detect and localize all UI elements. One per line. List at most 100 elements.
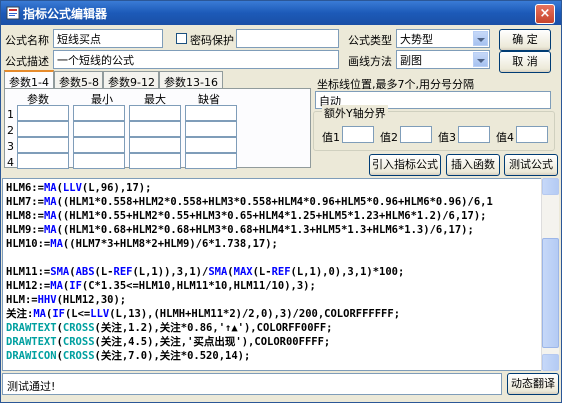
- formula-desc-input[interactable]: 一个短线的公式: [53, 50, 339, 69]
- code-line: HLM6:=MA(LLV(L,96),17);: [6, 181, 151, 195]
- param-name-input[interactable]: [17, 153, 69, 169]
- code-token: DRAWTEXT: [6, 336, 57, 348]
- code-token: LLV: [90, 308, 110, 320]
- formula-type-select[interactable]: 大势型: [396, 29, 490, 48]
- scroll-thumb[interactable]: [542, 238, 559, 348]
- code-token: IF: [69, 280, 82, 292]
- code-token: DRAWICON: [6, 350, 57, 362]
- code-token: (L,13),(HLMH+HLM11*2)/2,0),3)/200,COLORF…: [109, 308, 401, 320]
- translate-button[interactable]: 动态翻译: [507, 373, 559, 395]
- chevron-down-icon[interactable]: [473, 52, 488, 67]
- axis-value-4-input[interactable]: [516, 126, 548, 143]
- code-token: MA: [33, 308, 46, 320]
- param-max-input[interactable]: [129, 105, 181, 121]
- code-token: REF: [271, 266, 291, 278]
- close-button[interactable]: ×: [535, 4, 555, 24]
- axis-value-3-input[interactable]: [458, 126, 490, 143]
- code-line: HLM9:=MA((HLM1*0.68+HLM2*0.68+HLM3*0.68+…: [6, 223, 474, 237]
- draw-method-select[interactable]: 副图: [396, 50, 490, 69]
- param-max-input[interactable]: [129, 137, 181, 153]
- status-bar: 测试通过!: [2, 373, 502, 395]
- code-token: REF: [113, 266, 133, 278]
- code-token: ((HLM7*3+HLM8*2+HLM9)/6*1.738,17);: [62, 238, 278, 250]
- import-formula-button[interactable]: 引入指标公式: [369, 154, 441, 176]
- code-token: HLM11:=: [6, 266, 51, 278]
- formula-editor-window: 指标公式编辑器 × 公式名称 短线买点 密码保护 公式类型 大势型 确 定 公式…: [0, 0, 562, 403]
- code-token: HLM8:=: [6, 210, 44, 222]
- code-token: MA: [50, 280, 63, 292]
- code-line: HLM8:=MA((HLM1*0.55+HLM2*0.55+HLM3*0.65+…: [6, 209, 486, 223]
- code-token: HLM9:=: [6, 224, 44, 236]
- scroll-up-button[interactable]: [542, 178, 559, 195]
- code-token: (L,96),17);: [81, 182, 152, 194]
- param-default-input[interactable]: [185, 153, 237, 169]
- cancel-button[interactable]: 取 消: [499, 51, 551, 73]
- editor-scrollbar[interactable]: [541, 178, 559, 371]
- param-default-input[interactable]: [185, 105, 237, 121]
- tab-params-13-16[interactable]: 参数13-16: [159, 71, 223, 89]
- code-token: CROSS: [62, 322, 95, 334]
- axis-value-1-input[interactable]: [342, 126, 374, 143]
- param-name-input[interactable]: [17, 137, 69, 153]
- code-token: (L-: [252, 266, 272, 278]
- app-icon: [6, 6, 20, 20]
- extra-axis-group: 额外Y轴分界 值1 值2 值3 值4: [313, 105, 555, 151]
- tab-params-5-8[interactable]: 参数5-8: [54, 71, 103, 89]
- code-token: ((HLM1*0.68+HLM2*0.68+HLM3*0.68+HLM4*1.3…: [56, 224, 474, 236]
- code-token: (关注,7.0),关注*0.520,14);: [94, 350, 251, 362]
- axis-value-2-input[interactable]: [400, 126, 432, 143]
- code-token: MA: [43, 196, 57, 208]
- code-token: (关注,4.5),关注,'买点出现'),COLOR00FFFF;: [94, 336, 331, 348]
- code-token: DRAWTEXT: [6, 322, 57, 334]
- draw-method-value: 副图: [400, 54, 422, 67]
- code-token: (L-: [94, 266, 114, 278]
- code-token: CROSS: [62, 350, 95, 362]
- code-token: 关注:: [6, 308, 34, 320]
- code-line: DRAWTEXT(CROSS(关注,4.5),关注,'买点出现'),COLOR0…: [6, 335, 330, 349]
- title-bar[interactable]: 指标公式编辑器 ×: [1, 1, 561, 25]
- code-line: DRAWTEXT(CROSS(关注,1.2),关注*0.86,'↑▲'),COL…: [6, 321, 332, 335]
- param-min-input[interactable]: [73, 105, 125, 121]
- code-line: DRAWICON(CROSS(关注,7.0),关注*0.520,14);: [6, 349, 250, 363]
- code-token: HLM6:=: [6, 182, 44, 194]
- param-min-input[interactable]: [73, 153, 125, 169]
- formula-name-input[interactable]: 短线买点: [53, 29, 163, 48]
- code-token: (L<=: [64, 308, 91, 320]
- code-token: MA: [50, 238, 63, 250]
- code-editor[interactable]: HLM6:=MA(LLV(L,96),17); HLM7:=MA((HLM1*0.…: [2, 178, 542, 371]
- param-name-input[interactable]: [17, 121, 69, 137]
- chevron-down-icon[interactable]: [473, 31, 488, 46]
- param-default-input[interactable]: [185, 137, 237, 153]
- axis-value-label: 值2: [380, 131, 398, 144]
- code-token: ABS: [75, 266, 95, 278]
- code-token: HLM10:=: [6, 238, 51, 250]
- param-row-number: 4: [7, 156, 14, 169]
- code-token: HLM12:=: [6, 280, 51, 292]
- param-max-input[interactable]: [129, 153, 181, 169]
- code-token: (L,1),0),3,1)*100;: [290, 266, 405, 278]
- param-min-input[interactable]: [73, 137, 125, 153]
- password-input[interactable]: [236, 29, 339, 48]
- formula-type-label: 公式类型: [348, 34, 392, 47]
- param-row-number: 2: [7, 124, 14, 137]
- ok-button[interactable]: 确 定: [499, 29, 551, 51]
- param-min-input[interactable]: [73, 121, 125, 137]
- scroll-down-button[interactable]: [542, 354, 559, 371]
- tab-params-9-12[interactable]: 参数9-12: [103, 71, 159, 89]
- param-name-input[interactable]: [17, 105, 69, 121]
- code-line: HLM12:=MA(IF(C*1.35<=HLM10,HLM11*10,HLM1…: [6, 279, 316, 293]
- coord-label: 坐标线位置,最多7个,用分号分隔: [317, 78, 474, 91]
- status-text: 测试通过!: [7, 380, 56, 393]
- insert-function-button[interactable]: 插入函数: [446, 154, 500, 176]
- tab-params-1-4[interactable]: 参数1-4: [4, 70, 54, 89]
- code-token: LLV: [62, 182, 82, 194]
- test-formula-button[interactable]: 测试公式: [504, 154, 558, 176]
- code-token: HLM7:=: [6, 196, 44, 208]
- code-token: MA: [43, 210, 57, 222]
- code-token: (关注,1.2),关注*0.86,'↑▲'),COLORFF00FF;: [94, 322, 333, 334]
- code-token: HHV: [37, 294, 57, 306]
- param-default-input[interactable]: [185, 121, 237, 137]
- password-checkbox[interactable]: [176, 33, 187, 44]
- code-token: (C*1.35<=HLM10,HLM11*10,HLM11/10),3);: [81, 280, 316, 292]
- param-max-input[interactable]: [129, 121, 181, 137]
